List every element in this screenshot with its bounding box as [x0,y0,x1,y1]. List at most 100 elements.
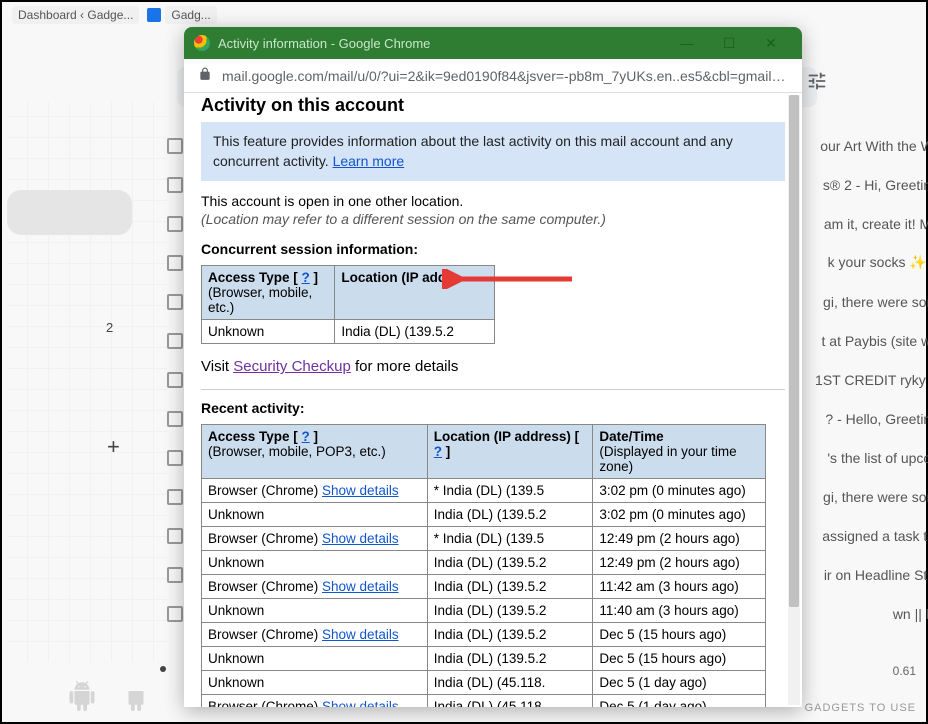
recent-type: Unknown [202,551,428,575]
recent-loc: India (DL) (139.5.2 [427,503,593,527]
recent-datetime: 12:49 pm (2 hours ago) [593,527,766,551]
recent-datetime: 12:49 pm (2 hours ago) [593,551,766,575]
th-access-type-2: Access Type [ ? ](Browser, mobile, POP3,… [202,425,428,479]
recent-row: Browser (Chrome) Show detailsIndia (DL) … [202,623,766,647]
row-snippet: k your socks ✨ off [828,254,928,271]
divider [201,389,785,390]
checkbox[interactable] [167,567,183,583]
progress-dot [160,666,166,672]
recent-type: Browser (Chrome) Show details [202,623,428,647]
row-snippet: gi, there were some [823,489,928,505]
background-tab-2[interactable]: Gadg... [165,6,216,24]
checkbox[interactable] [167,489,183,505]
recent-loc: India (DL) (139.5.2 [427,551,593,575]
open-status-sub: (Location may refer to a different sessi… [201,211,785,227]
recent-type: Unknown [202,671,428,695]
recent-type: Unknown [202,503,428,527]
checkbox[interactable] [167,294,183,310]
close-button[interactable]: ✕ [750,29,792,57]
th-location-2: Location (IP address) [ ? ] [427,425,593,479]
row-snippet: 1ST CREDIT ryky Fo [815,372,928,388]
window-title: Activity information - Google Chrome [218,36,430,51]
scrollbar[interactable] [788,95,800,705]
add-label-button[interactable]: + [107,434,120,460]
open-status: This account is open in one other locati… [201,193,785,209]
checkup-line: Visit Security Checkup for more details [201,358,785,375]
compose-button[interactable] [7,190,132,235]
recent-row: Browser (Chrome) Show detailsIndia (DL) … [202,695,766,707]
unread-badge: 2 [106,320,113,335]
url-text: mail.google.com/mail/u/0/?ui=2&ik=9ed019… [222,68,788,84]
show-details-link[interactable]: Show details [322,699,399,707]
recent-loc: India (DL) (139.5.2 [427,599,593,623]
security-checkup-link[interactable]: Security Checkup [233,358,351,375]
checkbox[interactable] [167,450,183,466]
progress-percent: 0.61 [893,664,916,678]
checkbox[interactable] [167,255,183,271]
recent-row: UnknownIndia (DL) (139.5.2Dec 5 (15 hour… [202,647,766,671]
recent-loc: India (DL) (45.118. [427,695,593,707]
th-access-type: Access Type [ ? ](Browser, mobile, etc.) [202,266,335,320]
android-robots-decoration [67,681,151,714]
row-snippet: t at Paybis (site with [822,333,928,349]
tab-favicon [147,8,161,22]
recent-loc: India (DL) (139.5.2 [427,575,593,599]
checkbox[interactable] [167,528,183,544]
recent-row: UnknownIndia (DL) (139.5.212:49 pm (2 ho… [202,551,766,575]
chrome-icon [194,35,210,51]
browser-tabstrip: Dashboard ‹ Gadge... Gadg... [2,2,926,28]
location-help-link[interactable]: ? [434,444,442,459]
recent-row: Browser (Chrome) Show details* India (DL… [202,527,766,551]
checkbox[interactable] [167,372,183,388]
checkbox[interactable] [167,411,183,427]
banner-text: This feature provides information about … [213,133,733,169]
row-snippet: 's the list of upcomi [827,450,928,466]
recent-type: Browser (Chrome) Show details [202,527,428,551]
recent-datetime: 11:42 am (3 hours ago) [593,575,766,599]
minimize-button[interactable]: — [666,29,708,57]
row-snippet: ? - Hello, Greetings [825,411,928,427]
recent-type: Unknown [202,647,428,671]
row-snippet: am it, create it! Mak [824,216,928,232]
checkbox[interactable] [167,606,183,622]
show-details-link[interactable]: Show details [322,627,399,642]
recent-datetime: Dec 5 (1 day ago) [593,695,766,707]
checkbox[interactable] [167,216,183,232]
window-titlebar: Activity information - Google Chrome — ☐… [184,27,802,59]
concurrent-title: Concurrent session information: [201,241,785,257]
recent-datetime: Dec 5 (15 hours ago) [593,623,766,647]
checkbox[interactable] [167,333,183,349]
recent-type: Unknown [202,599,428,623]
circuit-decoration [7,102,167,662]
recent-datetime: 3:02 pm (0 minutes ago) [593,503,766,527]
recent-activity-table: Access Type [ ? ](Browser, mobile, POP3,… [201,424,766,707]
recent-datetime: 3:02 pm (0 minutes ago) [593,479,766,503]
row-snippet: gi, there were some [823,294,928,310]
settings-button[interactable] [806,70,828,95]
access-help-link[interactable]: ? [302,270,310,285]
access-help-link-2[interactable]: ? [302,429,310,444]
recent-type: Browser (Chrome) Show details [202,479,428,503]
recent-row: Browser (Chrome) Show details* India (DL… [202,479,766,503]
robot-icon [121,681,151,711]
checkbox[interactable] [167,177,183,193]
info-banner: This feature provides information about … [201,122,785,181]
scrollbar-thumb[interactable] [789,95,799,607]
show-details-link[interactable]: Show details [322,531,399,546]
learn-more-link[interactable]: Learn more [333,153,405,169]
recent-title: Recent activity: [201,400,785,416]
background-tab-1[interactable]: Dashboard ‹ Gadge... [12,6,139,24]
address-bar[interactable]: mail.google.com/mail/u/0/?ui=2&ik=9ed019… [184,59,802,93]
maximize-button[interactable]: ☐ [708,29,750,57]
checkbox[interactable] [167,138,183,154]
recent-type: Browser (Chrome) Show details [202,575,428,599]
recent-datetime: Dec 5 (15 hours ago) [593,647,766,671]
recent-datetime: 11:40 am (3 hours ago) [593,599,766,623]
show-details-link[interactable]: Show details [322,579,399,594]
recent-loc: * India (DL) (139.5 [427,479,593,503]
row-snippet: our Art With the Wor [820,138,928,154]
row-snippet: s® 2 - Hi, Greetings [823,177,928,193]
th-datetime: Date/Time(Displayed in your time zone) [593,425,766,479]
show-details-link[interactable]: Show details [322,483,399,498]
recent-row: Browser (Chrome) Show detailsIndia (DL) … [202,575,766,599]
